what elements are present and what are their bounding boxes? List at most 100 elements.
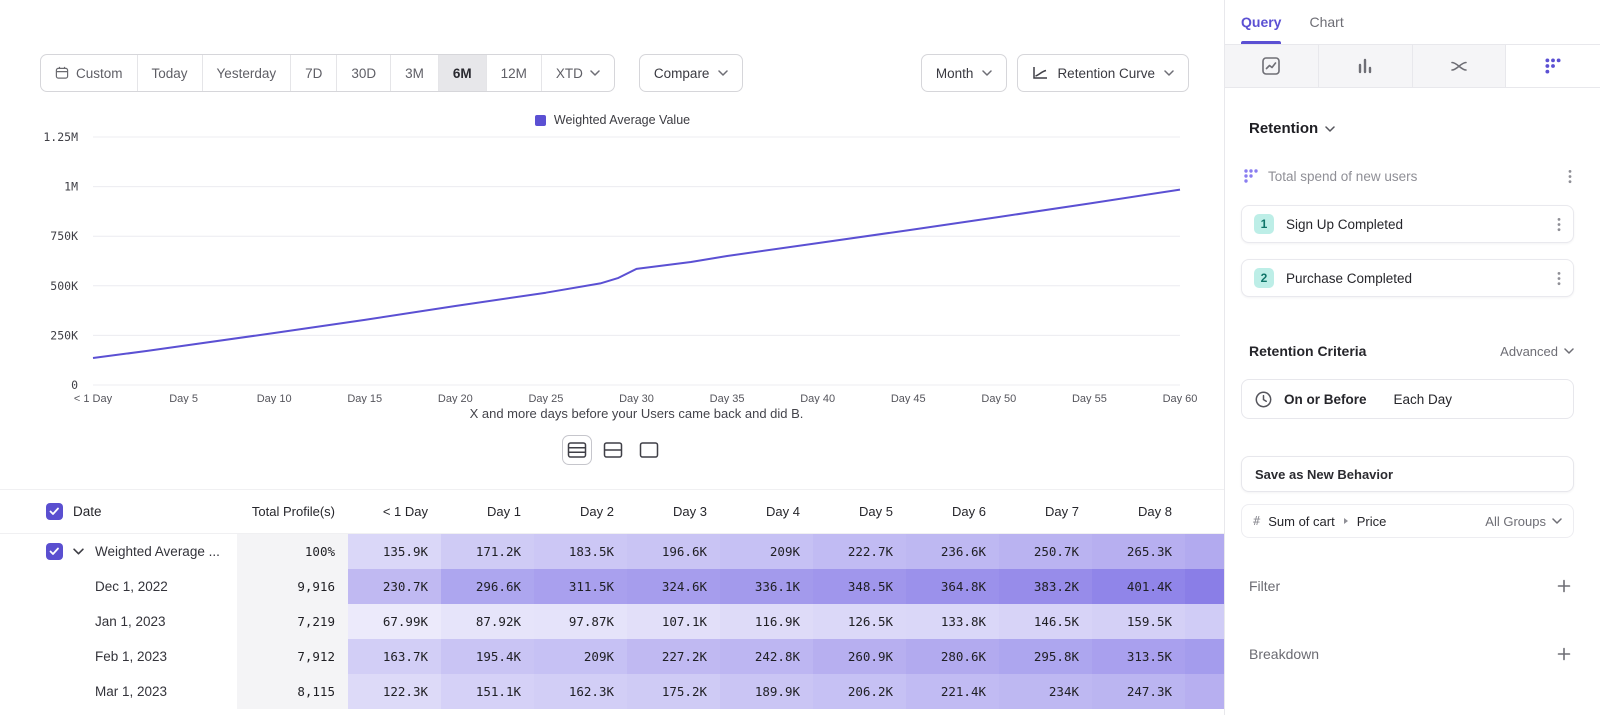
- kebab-menu-icon[interactable]: [1557, 217, 1561, 232]
- behavior-title: Total spend of new users: [1268, 169, 1417, 184]
- filter-label: Filter: [1249, 578, 1280, 594]
- legend-label: Weighted Average Value: [554, 113, 690, 127]
- retention-value-cell: 234K: [999, 674, 1092, 709]
- view-tab-insights[interactable]: [1225, 45, 1319, 87]
- retention-value-cell: 227.2K: [627, 639, 720, 674]
- range-label: 3M: [405, 66, 424, 81]
- behavior-header[interactable]: Total spend of new users: [1243, 163, 1572, 189]
- chevron-down-icon: [1552, 518, 1562, 524]
- save-as-new-behavior-button[interactable]: Save as New Behavior: [1241, 456, 1574, 492]
- range-button-custom[interactable]: Custom: [41, 55, 138, 91]
- granularity-label: Month: [936, 66, 974, 81]
- chart-caption: X and more days before your Users came b…: [93, 406, 1180, 421]
- add-breakdown-button[interactable]: [1557, 647, 1571, 661]
- save-label: Save as New Behavior: [1255, 467, 1393, 482]
- range-label: 12M: [501, 66, 527, 81]
- row-label[interactable]: Mar 1, 2023: [95, 674, 167, 709]
- column-header: Total Profile(s): [237, 490, 348, 534]
- query-builder: Retention Total spend of new users 1Sign…: [1225, 88, 1600, 715]
- range-button-7d[interactable]: 7D: [291, 55, 337, 91]
- table-row[interactable]: Mar 1, 20238,115122.3K151.1K162.3K175.2K…: [0, 674, 1224, 709]
- tab-label: Query: [1241, 14, 1281, 30]
- chevron-down-icon: [590, 70, 600, 76]
- range-button-6m[interactable]: 6M: [439, 55, 487, 91]
- range-button-3m[interactable]: 3M: [391, 55, 439, 91]
- compare-button[interactable]: Compare: [639, 54, 744, 92]
- criteria-condition[interactable]: On or Before: [1284, 392, 1367, 407]
- measurement-row[interactable]: # Sum of cart Price All Groups: [1241, 504, 1574, 538]
- calendar-icon: [55, 66, 69, 80]
- retention-value-cell: 236.6K: [906, 534, 999, 569]
- total-profiles-cell: 7,912: [237, 639, 348, 674]
- table-row[interactable]: Feb 1, 20237,912163.7K195.4K209K227.2K24…: [0, 639, 1224, 674]
- total-profiles-cell: 7,219: [237, 604, 348, 639]
- arrow-right-icon: [1343, 517, 1349, 525]
- tab-query[interactable]: Query: [1241, 0, 1281, 44]
- row-checkbox[interactable]: [46, 543, 63, 560]
- retention-value-cell: 87.92K: [441, 604, 534, 639]
- row-label[interactable]: Dec 1, 2022: [95, 569, 168, 604]
- retention-icon: [1544, 57, 1562, 75]
- table-row[interactable]: Jan 1, 20237,21967.99K87.92K97.87K107.1K…: [0, 604, 1224, 639]
- criteria-frequency[interactable]: Each Day: [1394, 392, 1453, 407]
- y-axis-label: 0: [71, 378, 78, 392]
- chart-type-button[interactable]: Retention Curve: [1017, 54, 1189, 92]
- retention-table: DateTotal Profile(s)< 1 DayDay 1Day 2Day…: [0, 489, 1224, 715]
- chevron-down-icon: [1564, 348, 1574, 354]
- retention-value-cell: 189.9K: [720, 674, 813, 709]
- column-header: Date: [73, 490, 102, 534]
- row-height-medium-button[interactable]: [598, 435, 628, 465]
- row-label[interactable]: Feb 1, 2023: [95, 639, 167, 674]
- row-height-tall-button[interactable]: [634, 435, 664, 465]
- range-button-today[interactable]: Today: [138, 55, 203, 91]
- retention-section-header[interactable]: Retention: [1249, 120, 1574, 137]
- row-label[interactable]: Jan 1, 2023: [95, 604, 166, 639]
- retention-value-cell: 336.1K: [720, 569, 813, 604]
- table-row[interactable]: Dec 1, 20229,916230.7K296.6K311.5K324.6K…: [0, 569, 1224, 604]
- kebab-menu-icon[interactable]: [1557, 271, 1561, 286]
- retention-value-cell: 146.5K: [999, 604, 1092, 639]
- step-number-badge: 1: [1254, 214, 1274, 234]
- select-all-checkbox[interactable]: [46, 503, 63, 520]
- retention-value-cell: 265.3K: [1092, 534, 1185, 569]
- column-header-partial: [1185, 490, 1224, 534]
- row-date-cell: Dec 1, 2022: [0, 569, 237, 604]
- behavior-step[interactable]: 1Sign Up Completed: [1241, 205, 1574, 243]
- row-height-toggles: [0, 435, 1225, 465]
- measurement-subproperty: Price: [1357, 514, 1387, 529]
- add-filter-button[interactable]: [1557, 579, 1571, 593]
- date-range-picker: CustomTodayYesterday7D30D 3M 6M 12M XTD: [40, 54, 615, 92]
- retention-criteria-card[interactable]: On or Before Each Day: [1241, 379, 1574, 419]
- x-axis-label: Day 30: [619, 393, 654, 404]
- behavior-step[interactable]: 2Purchase Completed: [1241, 259, 1574, 297]
- expand-chevron-icon[interactable]: [73, 548, 85, 555]
- view-tab-retention[interactable]: [1506, 45, 1600, 87]
- tab-chart[interactable]: Chart: [1309, 0, 1343, 44]
- range-button-12m[interactable]: 12M: [487, 55, 542, 91]
- view-tab-funnels[interactable]: [1319, 45, 1413, 87]
- row-height-compact-button[interactable]: [562, 435, 592, 465]
- retention-value-cell: 295.8K: [999, 639, 1092, 674]
- granularity-button[interactable]: Month: [921, 54, 1008, 92]
- all-groups-dropdown[interactable]: All Groups: [1485, 514, 1562, 529]
- total-profiles-cell: 8,115: [237, 674, 348, 709]
- number-type-icon: #: [1253, 514, 1260, 528]
- x-axis-label: Day 40: [800, 393, 835, 404]
- retention-value-cell: 126.5K: [813, 604, 906, 639]
- advanced-toggle[interactable]: Advanced: [1500, 344, 1574, 359]
- range-button-xtd[interactable]: XTD: [542, 55, 614, 91]
- retention-value-cell: 222.7K: [813, 534, 906, 569]
- range-button-30d[interactable]: 30D: [337, 55, 391, 91]
- chart-legend[interactable]: Weighted Average Value: [0, 113, 1225, 127]
- retention-value-cell: 348.5K: [813, 569, 906, 604]
- x-axis-label: Day 5: [169, 393, 198, 404]
- view-tab-flows[interactable]: [1413, 45, 1507, 87]
- row-label[interactable]: Weighted Average ...: [95, 534, 220, 569]
- x-axis-label: Day 60: [1163, 393, 1198, 404]
- retention-value-cell: 116.9K: [720, 604, 813, 639]
- table-row[interactable]: Weighted Average ...100%135.9K171.2K183.…: [0, 534, 1224, 569]
- kebab-menu-icon[interactable]: [1568, 169, 1572, 184]
- range-button-yesterday[interactable]: Yesterday: [203, 55, 292, 91]
- series-line[interactable]: [93, 190, 1180, 358]
- column-header: Day 3: [627, 490, 720, 534]
